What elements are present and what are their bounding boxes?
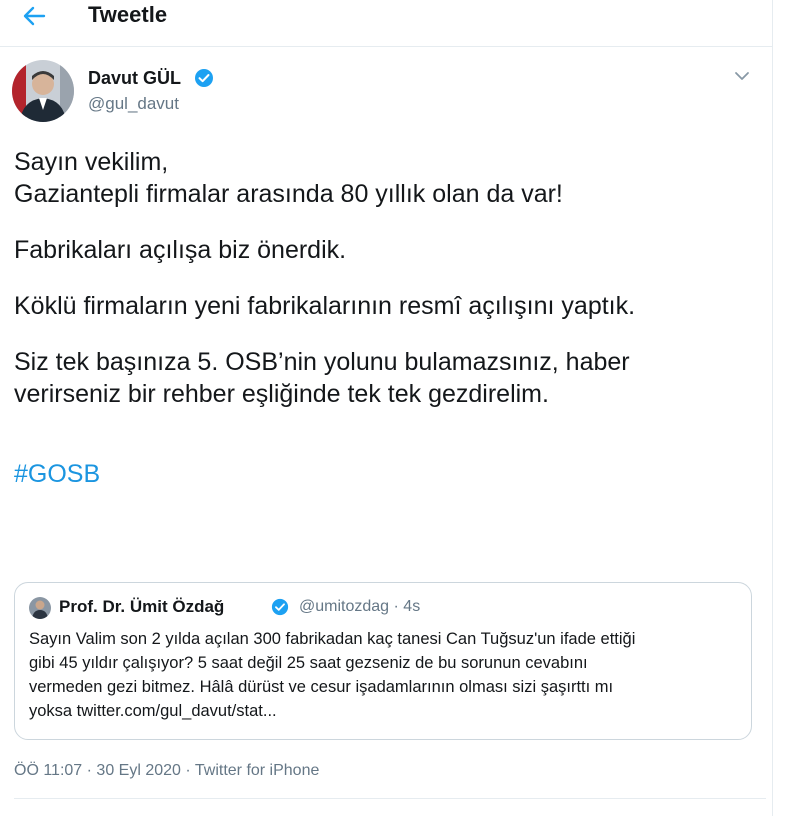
- tweet-line: Siz tek başınıza 5. OSB’nin yolunu bulam…: [14, 348, 630, 376]
- quoted-avatar: [29, 597, 51, 619]
- quoted-meta: @umitozdag · 4s: [299, 598, 420, 616]
- page-title: Tweetle: [88, 2, 168, 27]
- tweet-source-link[interactable]: Twitter for iPhone: [195, 762, 320, 779]
- tweet-line: Fabrikaları açılışa biz önerdik.: [14, 236, 347, 264]
- quoted-line: gibi 45 yıldır çalışıyor? 5 saat değil 2…: [29, 654, 588, 672]
- author-name[interactable]: Davut GÜL: [88, 68, 181, 89]
- avatar[interactable]: [12, 60, 74, 122]
- quoted-line: vermeden gezi bitmez. Hâlâ dürüst ve ces…: [29, 678, 614, 696]
- tweet-line: verirseniz bir rehber eşliğinde tek tek …: [14, 380, 549, 408]
- tweet-line: Gaziantepli firmalar arasında 80 yıllık …: [14, 180, 563, 208]
- separator: ·: [185, 762, 191, 779]
- quoted-text: Sayın Valim son 2 yılda açılan 300 fabri…: [29, 627, 749, 723]
- separator: ·: [393, 598, 399, 615]
- quoted-line: Sayın Valim son 2 yılda açılan 300 fabri…: [29, 630, 636, 648]
- tweet-meta: ÖÖ 11:07 · 30 Eyl 2020 · Twitter for iPh…: [14, 762, 319, 780]
- author-handle[interactable]: @gul_davut: [88, 94, 179, 114]
- verified-badge-icon: [194, 68, 214, 88]
- quoted-author-name: Prof. Dr. Ümit Özdağ: [59, 597, 225, 616]
- tweet-time[interactable]: ÖÖ 11:07: [14, 762, 82, 779]
- quoted-time: 4s: [403, 598, 421, 615]
- quoted-line: yoksa twitter.com/gul_davut/stat...: [29, 702, 277, 720]
- tweet-date[interactable]: 30 Eyl 2020: [96, 762, 181, 779]
- tweet-line: Köklü firmaların yeni fabrikalarının res…: [14, 292, 636, 320]
- page-header: Tweetle: [0, 0, 772, 47]
- chevron-down-icon[interactable]: [732, 66, 752, 86]
- quoted-handle: @umitozdag: [299, 598, 390, 615]
- quoted-tweet[interactable]: Prof. Dr. Ümit Özdağ @umitozdag · 4s Say…: [14, 582, 752, 740]
- verified-badge-icon: [271, 598, 289, 616]
- tweet-text: Sayın vekilim, Gaziantepli firmalar aras…: [14, 146, 764, 490]
- tweet-line: Sayın vekilim,: [14, 148, 169, 176]
- hashtag-link[interactable]: #GOSB: [14, 458, 764, 490]
- separator: ·: [86, 762, 92, 779]
- tweet-column: Tweetle Davut GÜL @gul_davut Sayın vekil…: [0, 0, 773, 816]
- divider: [14, 798, 766, 799]
- arrow-left-icon[interactable]: [18, 2, 50, 30]
